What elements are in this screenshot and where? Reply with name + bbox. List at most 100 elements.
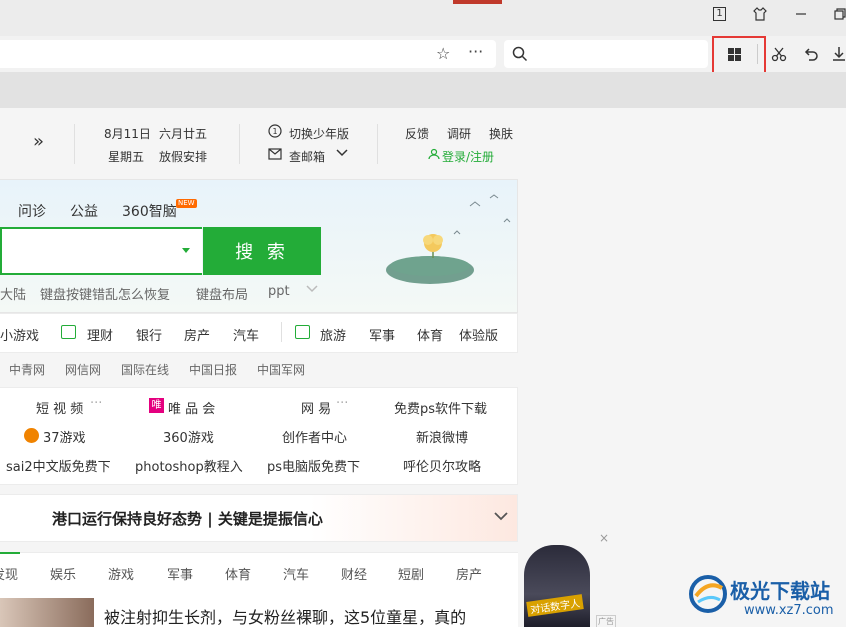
tab-count-badge[interactable]: 1 (713, 7, 726, 21)
search-tab-ai[interactable]: 360智脑 (122, 201, 177, 221)
address-bar[interactable]: ☆ ··· (0, 40, 496, 68)
feedback-link[interactable]: 反馈 (405, 125, 429, 142)
news-tab[interactable]: 发现 (0, 564, 18, 583)
more-dots-icon: ··· (336, 396, 349, 411)
youth-mode-icon[interactable]: 1 (268, 124, 282, 141)
site-link[interactable]: 呼伦贝尔攻略 (403, 456, 481, 475)
finance-icon (61, 325, 76, 339)
star-icon[interactable]: ☆ (436, 44, 450, 63)
search-tab-consult[interactable]: 问诊 (18, 201, 46, 221)
site-link[interactable]: 免费ps软件下载 (394, 398, 487, 417)
search-icon (512, 46, 528, 62)
category-link[interactable]: 房产 (184, 325, 210, 344)
category-link[interactable]: 理财 (87, 325, 113, 344)
dropdown-arrow-icon[interactable] (182, 248, 190, 253)
news-tab[interactable]: 体育 (225, 564, 251, 583)
skin-link[interactable]: 换肤 (489, 125, 513, 142)
travel-icon (295, 325, 310, 339)
headline-text[interactable]: 港口运行保持良好态势 | 关键是提振信心 (52, 508, 323, 529)
active-tab-indicator (0, 552, 20, 554)
skin-shirt-icon[interactable] (752, 6, 768, 22)
weekday-text: 星期五 (108, 150, 145, 164)
site-link[interactable]: 短 视 频 (36, 398, 83, 417)
game-logo-icon (24, 428, 39, 443)
news-tab[interactable]: 汽车 (283, 564, 309, 583)
divider (281, 322, 282, 342)
expand-chevron-icon[interactable]: » (33, 131, 44, 152)
divider (74, 124, 75, 164)
ad-tag: 广告 (596, 615, 616, 627)
youth-mode-link[interactable]: 切换少年版 (289, 125, 349, 142)
restore-icon[interactable] (832, 6, 846, 22)
news-tab[interactable]: 娱乐 (50, 564, 76, 583)
svg-text:1: 1 (272, 127, 277, 136)
chevron-down-icon[interactable] (493, 510, 509, 526)
news-tab[interactable]: 财经 (341, 564, 367, 583)
news-tab[interactable]: 军事 (167, 564, 193, 583)
toolbar-search-box[interactable] (504, 40, 708, 68)
mail-icon[interactable] (268, 148, 282, 163)
lotus-decoration-image (386, 194, 511, 284)
top-info-bar (0, 108, 518, 178)
login-link[interactable]: 登录/注册 (442, 148, 494, 165)
news-item-title[interactable]: 被注射抑生长剂，与女粉丝裸聊，这5位童星，真的 (104, 604, 516, 627)
media-link[interactable]: 国际在线 (121, 361, 169, 378)
site-link[interactable]: 唯 品 会 (168, 398, 215, 417)
media-link[interactable]: 网信网 (65, 361, 101, 378)
undo-icon[interactable] (801, 44, 821, 64)
site-link[interactable]: 网 易 (301, 398, 331, 417)
lunar-date-text: 六月廿五 (159, 127, 208, 141)
news-thumbnail[interactable] (0, 598, 94, 627)
apps-grid-icon[interactable] (728, 48, 741, 61)
more-dots-icon[interactable]: ··· (468, 42, 483, 61)
category-link[interactable]: 汽车 (233, 325, 259, 344)
mail-link[interactable]: 查邮箱 (289, 148, 325, 165)
site-link[interactable]: 37游戏 (43, 427, 86, 446)
category-link[interactable]: 军事 (369, 325, 395, 344)
category-link[interactable]: 体验版 (459, 325, 498, 344)
site-link[interactable]: ps电脑版免费下 (267, 456, 360, 475)
search-tab-charity[interactable]: 公益 (70, 201, 98, 221)
active-tab-indicator (453, 0, 502, 4)
watermark-url: www.xz7.com (744, 603, 834, 618)
news-tab[interactable]: 房产 (456, 564, 482, 583)
more-dots-icon: ··· (90, 396, 103, 411)
site-link[interactable]: photoshop教程入 (135, 456, 243, 475)
holiday-link[interactable]: 放假安排 (159, 148, 207, 165)
survey-link[interactable]: 调研 (447, 125, 471, 142)
site-link[interactable]: 新浪微博 (416, 427, 468, 446)
search-input[interactable] (0, 227, 202, 275)
hot-word[interactable]: 大陆 (0, 284, 26, 303)
download-icon[interactable] (829, 44, 846, 64)
media-link[interactable]: 中国日报 (189, 361, 237, 378)
media-link[interactable]: 中国军网 (257, 361, 305, 378)
hot-word[interactable]: ppt (268, 284, 290, 299)
minimize-icon[interactable] (793, 6, 809, 22)
user-icon[interactable] (428, 148, 440, 163)
category-link[interactable]: 银行 (136, 325, 162, 344)
category-link[interactable]: 旅游 (320, 325, 346, 344)
chevron-down-icon[interactable] (305, 282, 319, 298)
scissors-icon[interactable] (769, 44, 789, 64)
watermark-logo-icon (689, 575, 727, 613)
chevron-down-icon[interactable] (336, 146, 348, 161)
search-button[interactable]: 搜 索 (203, 227, 321, 275)
divider (377, 124, 378, 164)
site-link[interactable]: sai2中文版免费下 (6, 456, 111, 475)
news-tab[interactable]: 游戏 (108, 564, 134, 583)
close-icon[interactable]: × (599, 531, 609, 545)
hot-word[interactable]: 键盘布局 (196, 284, 248, 303)
watermark-name: 极光下载站 (730, 579, 830, 603)
date-text: 8月11日 (104, 127, 151, 141)
news-tab[interactable]: 短剧 (398, 564, 424, 583)
site-link[interactable]: 360游戏 (163, 427, 214, 446)
bookmark-bar (0, 72, 846, 108)
vip-logo-icon: 唯 (149, 398, 164, 413)
toolbar-separator (757, 44, 758, 64)
media-link[interactable]: 中青网 (9, 361, 45, 378)
category-link[interactable]: 体育 (417, 325, 443, 344)
category-link[interactable]: 小游戏 (0, 325, 39, 344)
site-link[interactable]: 创作者中心 (282, 427, 347, 446)
hot-word[interactable]: 键盘按键错乱怎么恢复 (40, 284, 170, 303)
divider (239, 124, 240, 164)
